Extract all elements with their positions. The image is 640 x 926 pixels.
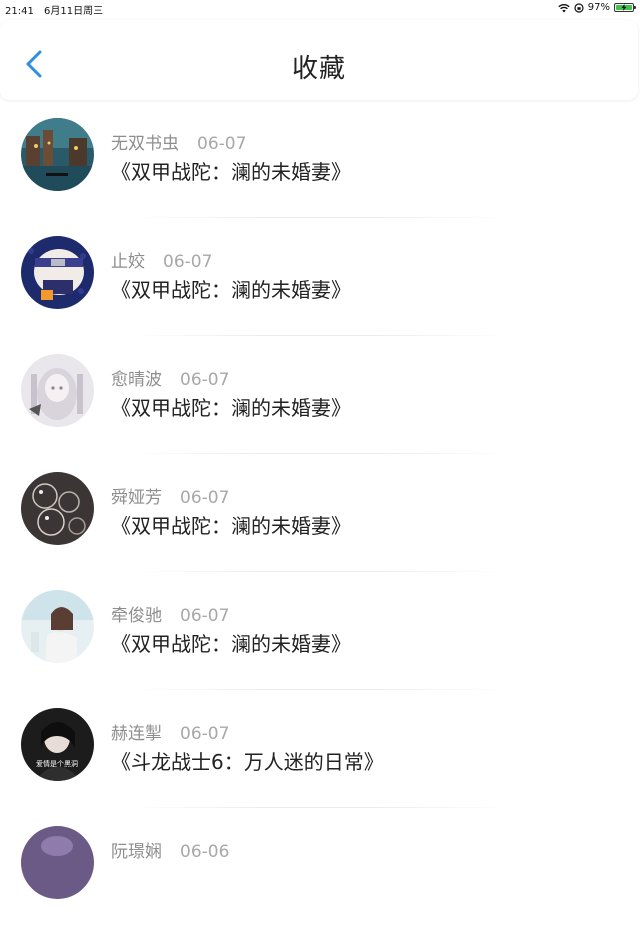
item-date: 06-06	[180, 842, 230, 862]
user-name: 愈晴波	[111, 370, 162, 390]
avatar[interactable]	[21, 236, 94, 309]
item-date: 06-07	[180, 488, 230, 508]
avatar-anime-girl-image	[21, 354, 94, 427]
page-title: 收藏	[291, 54, 346, 84]
name-row: 赫连掣 06-07	[111, 719, 229, 744]
book-title[interactable]: 《斗龙战士6：万人迷的日常》	[111, 746, 384, 775]
battery-icon	[614, 3, 636, 12]
user-name: 无双书虫	[111, 134, 179, 154]
avatar-anime-ninja-image	[21, 236, 94, 309]
list-item[interactable]: 舜娅芳 06-07 《双甲战陀：澜的未婚妻》	[0, 454, 640, 572]
name-row: 阮璟娴 06-06	[111, 837, 229, 862]
item-date: 06-07	[163, 252, 213, 272]
user-name: 赫连掣	[111, 724, 162, 744]
book-title[interactable]: 《双甲战陀：澜的未婚妻》	[111, 156, 351, 185]
avatar[interactable]	[21, 826, 94, 899]
battery-percent: 97%	[587, 2, 610, 13]
list-item[interactable]: 愈晴波 06-07 《双甲战陀：澜的未婚妻》	[0, 336, 640, 454]
list-item[interactable]: 牵俊驰 06-07 《双甲战陀：澜的未婚妻》	[0, 572, 640, 690]
avatar-photo-girl-image	[21, 590, 94, 663]
user-name: 阮璟娴	[111, 842, 162, 862]
avatar[interactable]	[21, 472, 94, 545]
book-title[interactable]: 《双甲战陀：澜的未婚妻》	[111, 392, 351, 421]
avatar[interactable]: 爱情是个黑洞	[21, 708, 94, 781]
avatar[interactable]	[21, 118, 94, 191]
avatar[interactable]	[21, 590, 94, 663]
item-date: 06-07	[197, 134, 247, 154]
user-name: 止姣	[111, 252, 145, 272]
avatar-caption: 爱情是个黑洞	[36, 759, 78, 768]
user-name: 牵俊驰	[111, 606, 162, 626]
status-date: 6月11日周三	[44, 6, 104, 17]
list-item[interactable]: 爱情是个黑洞 赫连掣 06-07 《斗龙战士6：万人迷的日常》	[0, 690, 640, 808]
list-item[interactable]: 无双书虫 06-07 《双甲战陀：澜的未婚妻》	[0, 100, 640, 218]
avatar-venice-image	[21, 118, 94, 191]
favorites-list: 无双书虫 06-07 《双甲战陀：澜的未婚妻》 止姣 06-07 《双甲战陀：澜的未…	[0, 100, 640, 926]
item-date: 06-07	[180, 724, 230, 744]
name-row: 愈晴波 06-07	[111, 365, 229, 390]
name-row: 无双书虫 06-07	[111, 129, 246, 154]
charging-bolt-icon	[621, 4, 627, 11]
name-row: 止姣 06-07	[111, 247, 212, 272]
avatar-bubbles-image	[21, 472, 94, 545]
item-date: 06-07	[180, 370, 230, 390]
book-title[interactable]: 《双甲战陀：澜的未婚妻》	[111, 274, 351, 303]
nav-bar: 收藏	[0, 20, 638, 100]
user-name: 舜娅芳	[111, 488, 162, 508]
avatar[interactable]	[21, 354, 94, 427]
list-item[interactable]: 阮璟娴 06-06	[0, 808, 640, 926]
book-title[interactable]: 《双甲战陀：澜的未婚妻》	[111, 628, 351, 657]
avatar-dark-portrait-image: 爱情是个黑洞	[21, 708, 94, 781]
rotation-lock-icon	[574, 2, 584, 13]
avatar-purple-image	[21, 826, 94, 899]
name-row: 牵俊驰 06-07	[111, 601, 229, 626]
name-row: 舜娅芳 06-07	[111, 483, 229, 508]
status-bar: 21:41 6月11日周三 97%	[0, 0, 640, 18]
item-date: 06-07	[180, 606, 230, 626]
list-item[interactable]: 止姣 06-07 《双甲战陀：澜的未婚妻》	[0, 218, 640, 336]
wifi-icon	[558, 3, 570, 12]
status-time: 21:41	[5, 6, 34, 17]
book-title[interactable]: 《双甲战陀：澜的未婚妻》	[111, 510, 351, 539]
